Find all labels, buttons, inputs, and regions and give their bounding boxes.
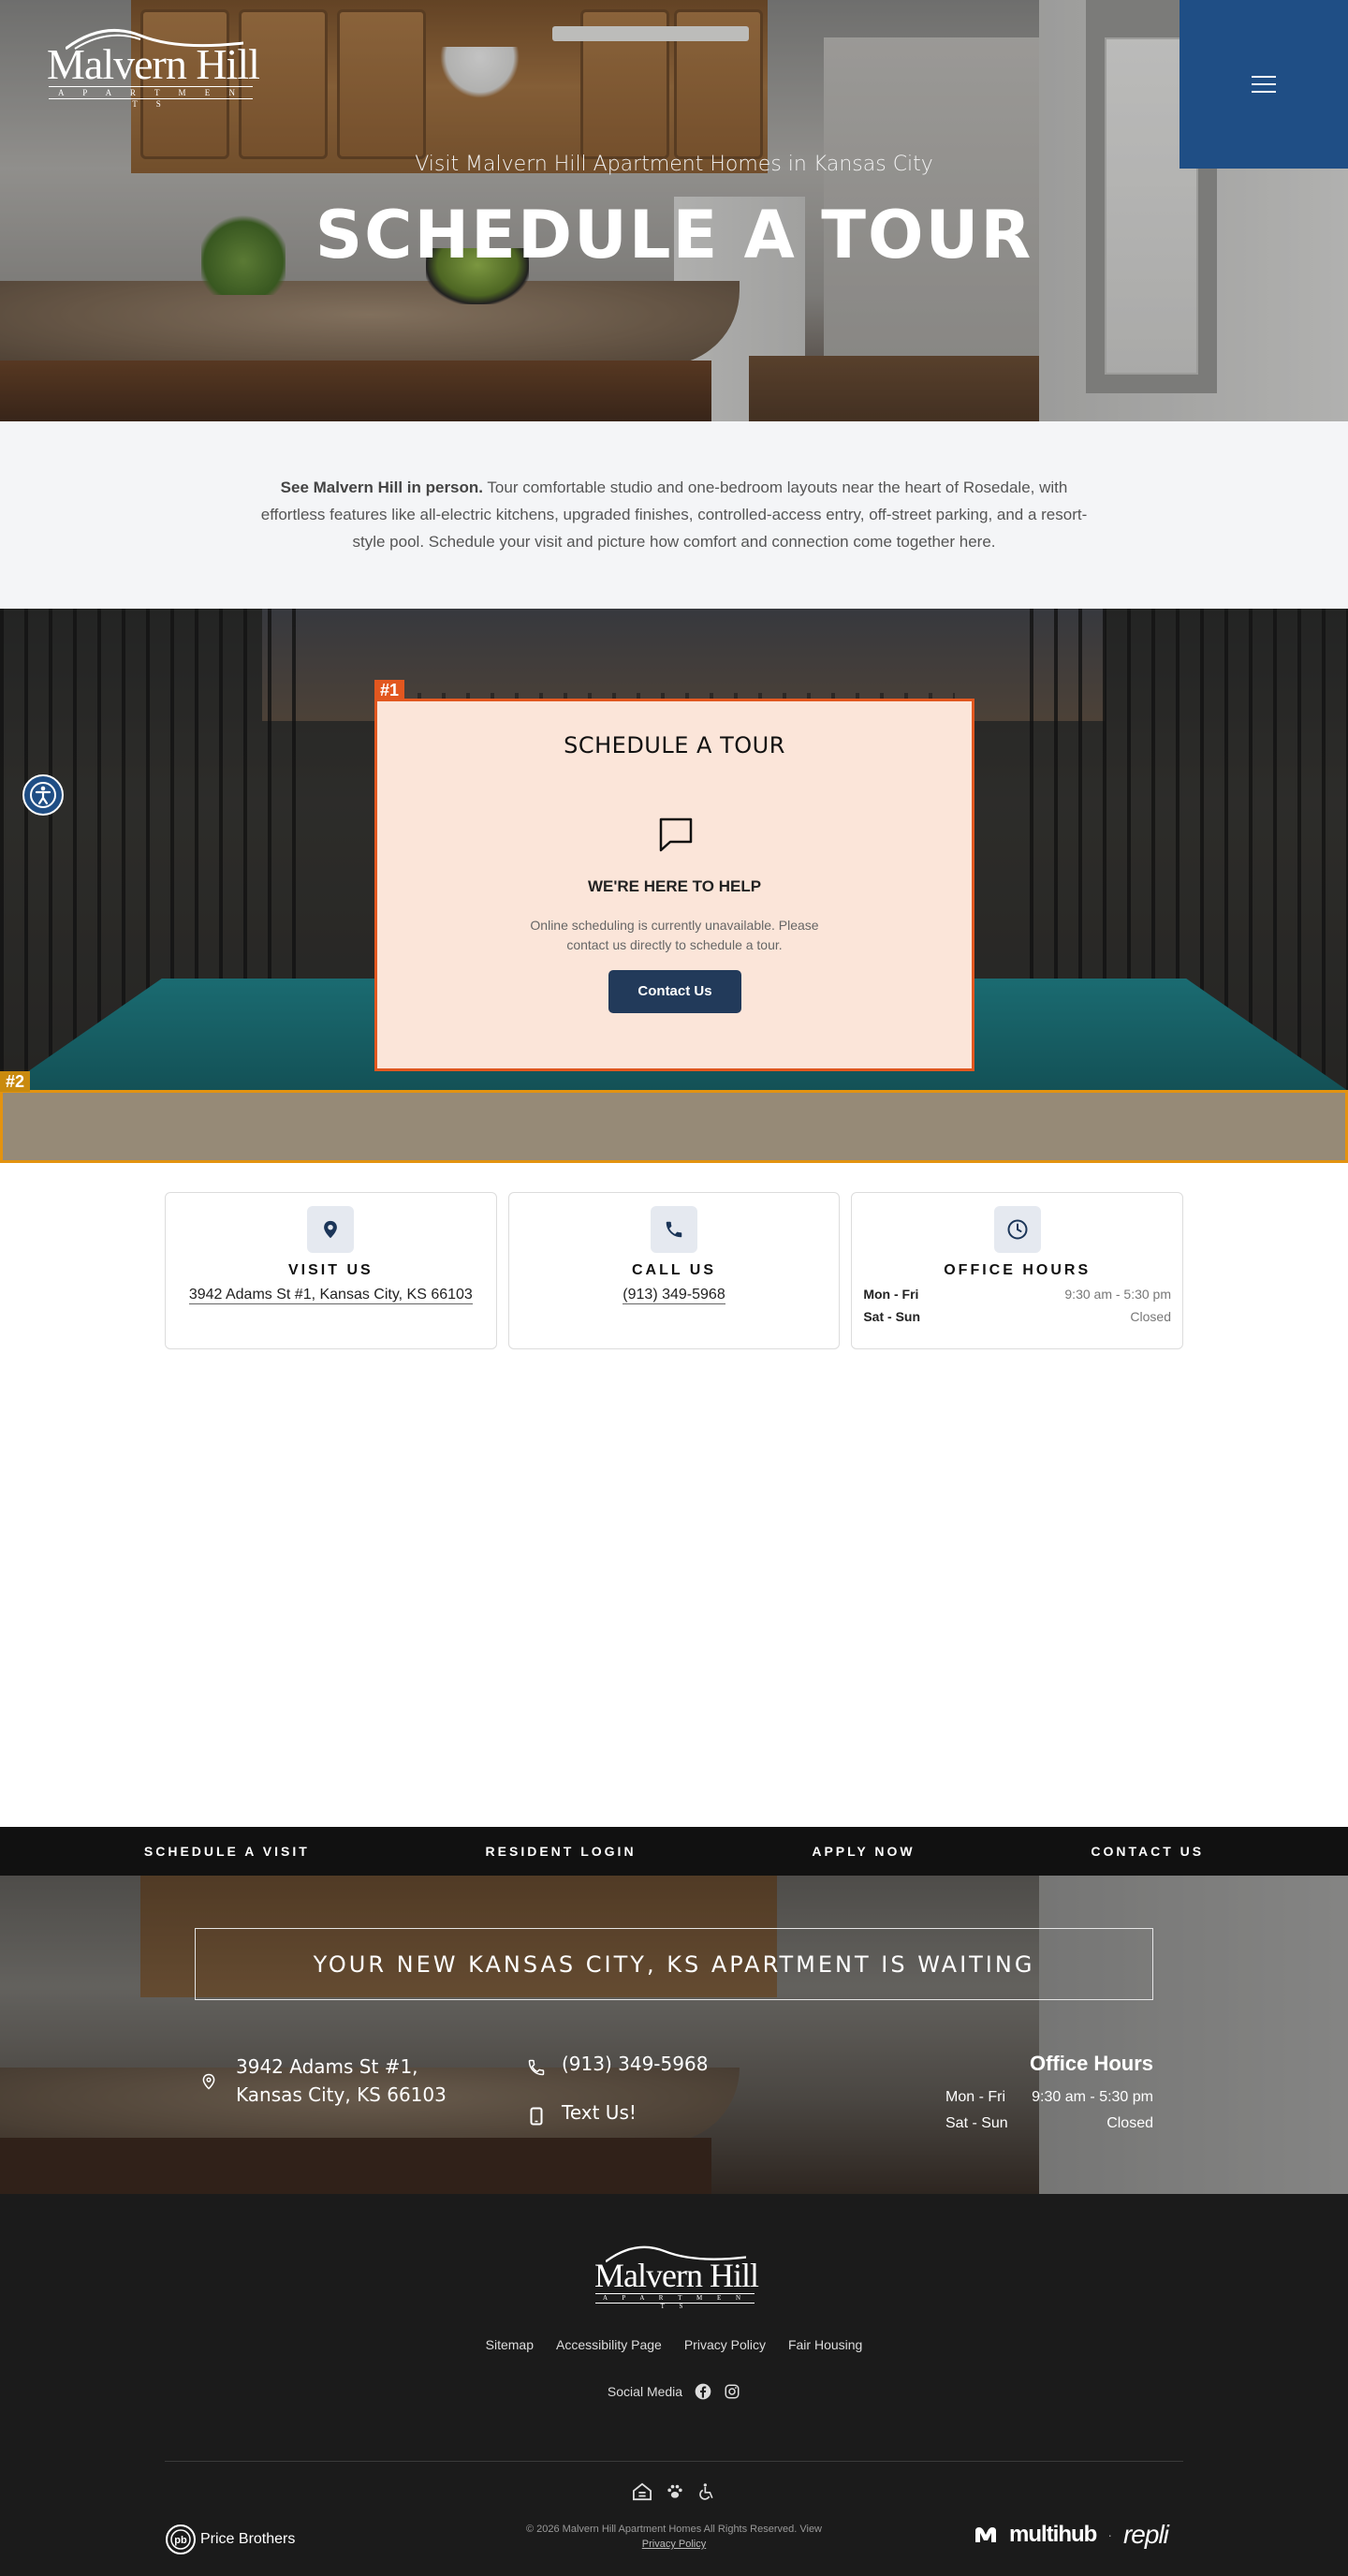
resident-login-link[interactable]: RESIDENT LOGIN	[486, 1844, 637, 1859]
call-us-label: CALL US	[631, 1262, 717, 1278]
phone-icon	[528, 2059, 545, 2076]
contact-section: YOUR NEW KANSAS CITY, KS APARTMENT IS WA…	[0, 1876, 1348, 2194]
footer-hours-title: Office Hours	[1029, 2052, 1153, 2075]
instagram-icon[interactable]	[724, 2383, 740, 2400]
address-link[interactable]: 3942 Adams St #1, Kansas City, KS 66103	[188, 1287, 473, 1304]
hamburger-icon	[1252, 76, 1276, 93]
wheelchair-icon	[699, 2483, 713, 2500]
info-cards: VISIT US 3942 Adams St #1, Kansas City, …	[165, 1192, 1184, 1349]
price-brothers-logo-icon: pb	[166, 2524, 196, 2554]
footer-hours-row: Mon - Fri 9:30 am - 5:30 pm	[945, 2089, 1153, 2105]
site-footer: Malvern Hill A P A R T M E N T S Sitemap…	[0, 2194, 1348, 2576]
footer-hours-row: Sat - Sun Closed	[945, 2115, 1153, 2131]
multihub-wordmark[interactable]: multihub	[1009, 2522, 1097, 2548]
visit-us-card: VISIT US 3942 Adams St #1, Kansas City, …	[165, 1192, 497, 1349]
fair-housing-link[interactable]: Fair Housing	[788, 2337, 862, 2352]
call-us-card: CALL US (913) 349-5968	[507, 1192, 841, 1349]
contact-us-button[interactable]: Contact Us	[608, 970, 741, 1013]
accessibility-button[interactable]	[22, 774, 64, 816]
intro-section: See Malvern Hill in person. Tour comfort…	[0, 421, 1348, 609]
cta-banner: YOUR NEW KANSAS CITY, KS APARTMENT IS WA…	[195, 1928, 1153, 2000]
hero-kicker: Visit Malvern Hill Apartment Homes in Ka…	[415, 153, 933, 176]
management-logo[interactable]: pb Price Brothers	[165, 2524, 295, 2555]
hours-row: Sat - Sun Closed	[863, 1309, 1172, 1324]
tour-card-message: Online scheduling is currently unavailab…	[530, 918, 819, 952]
map-pin-icon	[324, 1220, 338, 1239]
office-hours-label: OFFICE HOURS	[944, 1262, 1092, 1278]
apply-now-link[interactable]: APPLY NOW	[812, 1844, 915, 1859]
chat-bubble-icon	[659, 817, 693, 852]
footer-divider	[165, 2461, 1183, 2462]
site-logo[interactable]: Malvern Hill A P A R T M E N T S	[47, 22, 260, 109]
footer-address[interactable]: 3942 Adams St #1, Kansas City, KS 66103	[236, 2053, 447, 2109]
schedule-tour-card: SCHEDULE A TOUR WE'RE HERE TO HELP Onlin…	[374, 699, 974, 1071]
marker-tag-1: #1	[374, 680, 405, 700]
hero-section: Malvern Hill A P A R T M E N T S Visit M…	[0, 0, 1348, 421]
menu-button[interactable]	[1180, 0, 1348, 169]
logo-tagline: A P A R T M E N T S	[49, 86, 253, 109]
office-hours-card: OFFICE HOURS Mon - Fri 9:30 am - 5:30 pm…	[851, 1192, 1184, 1349]
visit-us-label: VISIT US	[287, 1262, 374, 1278]
tour-card-heading: WE'RE HERE TO HELP	[587, 877, 762, 895]
phone-icon	[666, 1221, 682, 1238]
logo-name: Malvern Hill	[47, 40, 260, 88]
sitemap-link[interactable]: Sitemap	[486, 2337, 534, 2352]
facebook-icon[interactable]	[694, 2382, 712, 2401]
accessibility-page-link[interactable]: Accessibility Page	[556, 2337, 662, 2352]
multihub-logo-icon	[975, 2527, 996, 2542]
tour-card-title: SCHEDULE A TOUR	[564, 732, 785, 758]
footer-logo[interactable]: Malvern Hill A P A R T M E N T S	[594, 2241, 759, 2310]
repli-wordmark[interactable]: repli	[1123, 2520, 1169, 2550]
intro-lead: See Malvern Hill in person.	[280, 478, 483, 496]
partner-logos: multihub · repli	[974, 2520, 1169, 2550]
privacy-policy-link[interactable]: Privacy Policy	[684, 2337, 766, 2352]
pet-friendly-icon	[667, 2484, 682, 2498]
marker-tag-2: #2	[0, 1071, 31, 1092]
contact-us-link[interactable]: CONTACT US	[1091, 1844, 1204, 1859]
embed-strip	[0, 1090, 1348, 1163]
equal-housing-icon	[633, 2482, 652, 2501]
page-title: SCHEDULE A TOUR	[315, 197, 1033, 273]
clock-icon	[1007, 1219, 1028, 1240]
schedule-visit-link[interactable]: SCHEDULE A VISIT	[144, 1844, 310, 1859]
svg-text:pb: pb	[174, 2535, 187, 2546]
compliance-icons	[0, 2482, 1348, 2501]
social-media-row: Social Media	[0, 2382, 1348, 2401]
intro-text: See Malvern Hill in person. Tour comfort…	[253, 474, 1095, 555]
map-pin-icon	[202, 2073, 215, 2090]
text-us-link[interactable]: Text Us!	[562, 2101, 637, 2124]
footer-privacy-link[interactable]: Privacy Policy	[642, 2539, 706, 2550]
hours-row: Mon - Fri 9:30 am - 5:30 pm	[863, 1287, 1172, 1302]
footer-links: Sitemap Accessibility Page Privacy Polic…	[0, 2337, 1348, 2352]
quick-links-bar: SCHEDULE A VISIT RESIDENT LOGIN APPLY NO…	[0, 1827, 1348, 1876]
accessibility-icon	[30, 782, 56, 808]
mobile-phone-icon	[530, 2107, 543, 2126]
copyright: © 2026 Malvern Hill Apartment Homes All …	[525, 2524, 823, 2550]
footer-phone-link[interactable]: (913) 349-5968	[562, 2053, 708, 2075]
phone-link[interactable]: (913) 349-5968	[623, 1287, 725, 1304]
social-media-label: Social Media	[607, 2384, 683, 2399]
